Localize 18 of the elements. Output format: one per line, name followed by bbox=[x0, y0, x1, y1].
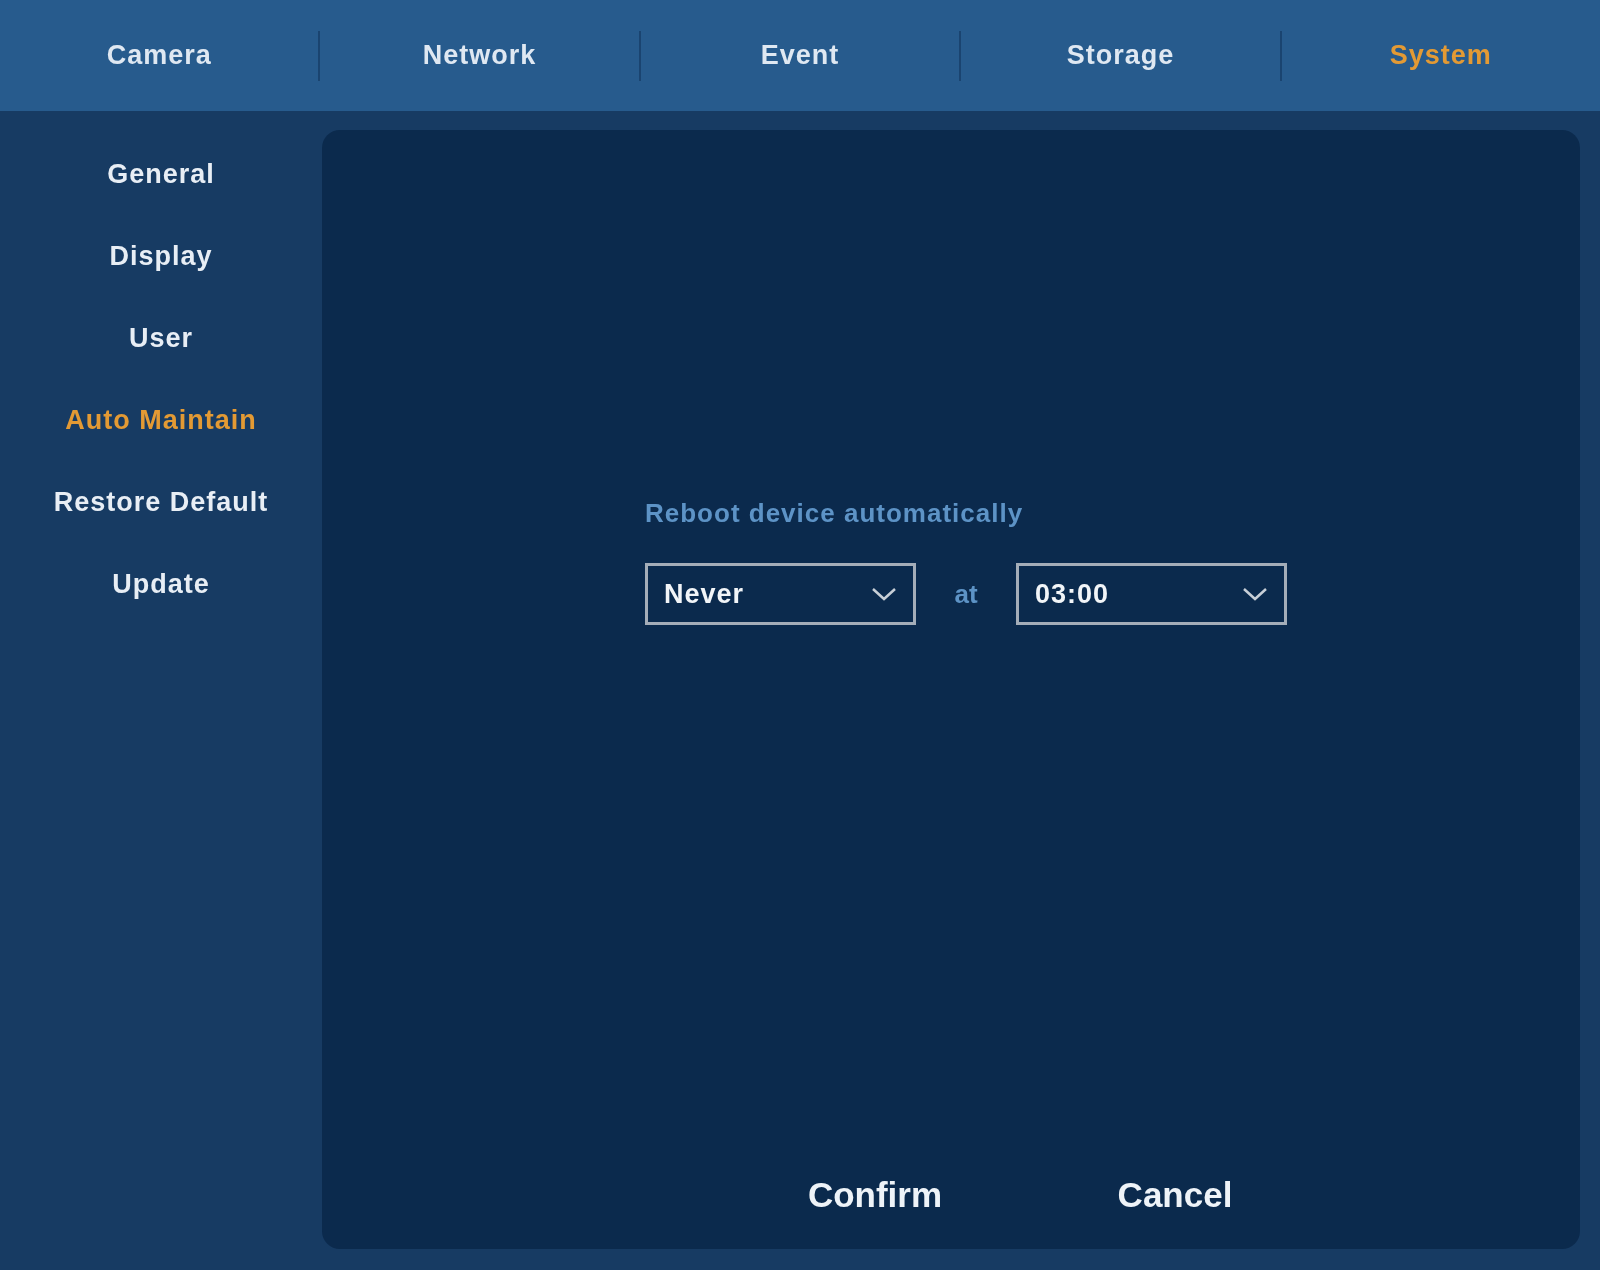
nav-tab[interactable]: Camera bbox=[0, 30, 319, 81]
time-dropdown[interactable]: 03:00 bbox=[1016, 563, 1287, 625]
sidebar-item[interactable]: Display bbox=[103, 215, 219, 297]
frequency-dropdown[interactable]: Never bbox=[645, 563, 916, 625]
nav-tab[interactable]: Event bbox=[640, 30, 960, 81]
action-button[interactable]: Cancel bbox=[1025, 1163, 1325, 1227]
sidebar-item[interactable]: Restore Default bbox=[47, 461, 275, 543]
sidebar-item[interactable]: Auto Maintain bbox=[59, 379, 263, 461]
chevron-down-icon bbox=[1242, 586, 1268, 602]
at-label: at bbox=[954, 578, 978, 610]
section-label: Reboot device automatically bbox=[645, 498, 1024, 529]
sidebar-item[interactable]: User bbox=[122, 297, 199, 379]
action-button[interactable]: Confirm bbox=[725, 1163, 1025, 1227]
nav-tab[interactable]: Network bbox=[320, 30, 639, 81]
sidebar-item[interactable]: General bbox=[101, 133, 221, 215]
chevron-down-icon bbox=[871, 586, 897, 602]
nav-tab[interactable]: Storage bbox=[961, 30, 1280, 81]
sidebar-item[interactable]: Update bbox=[106, 543, 216, 625]
